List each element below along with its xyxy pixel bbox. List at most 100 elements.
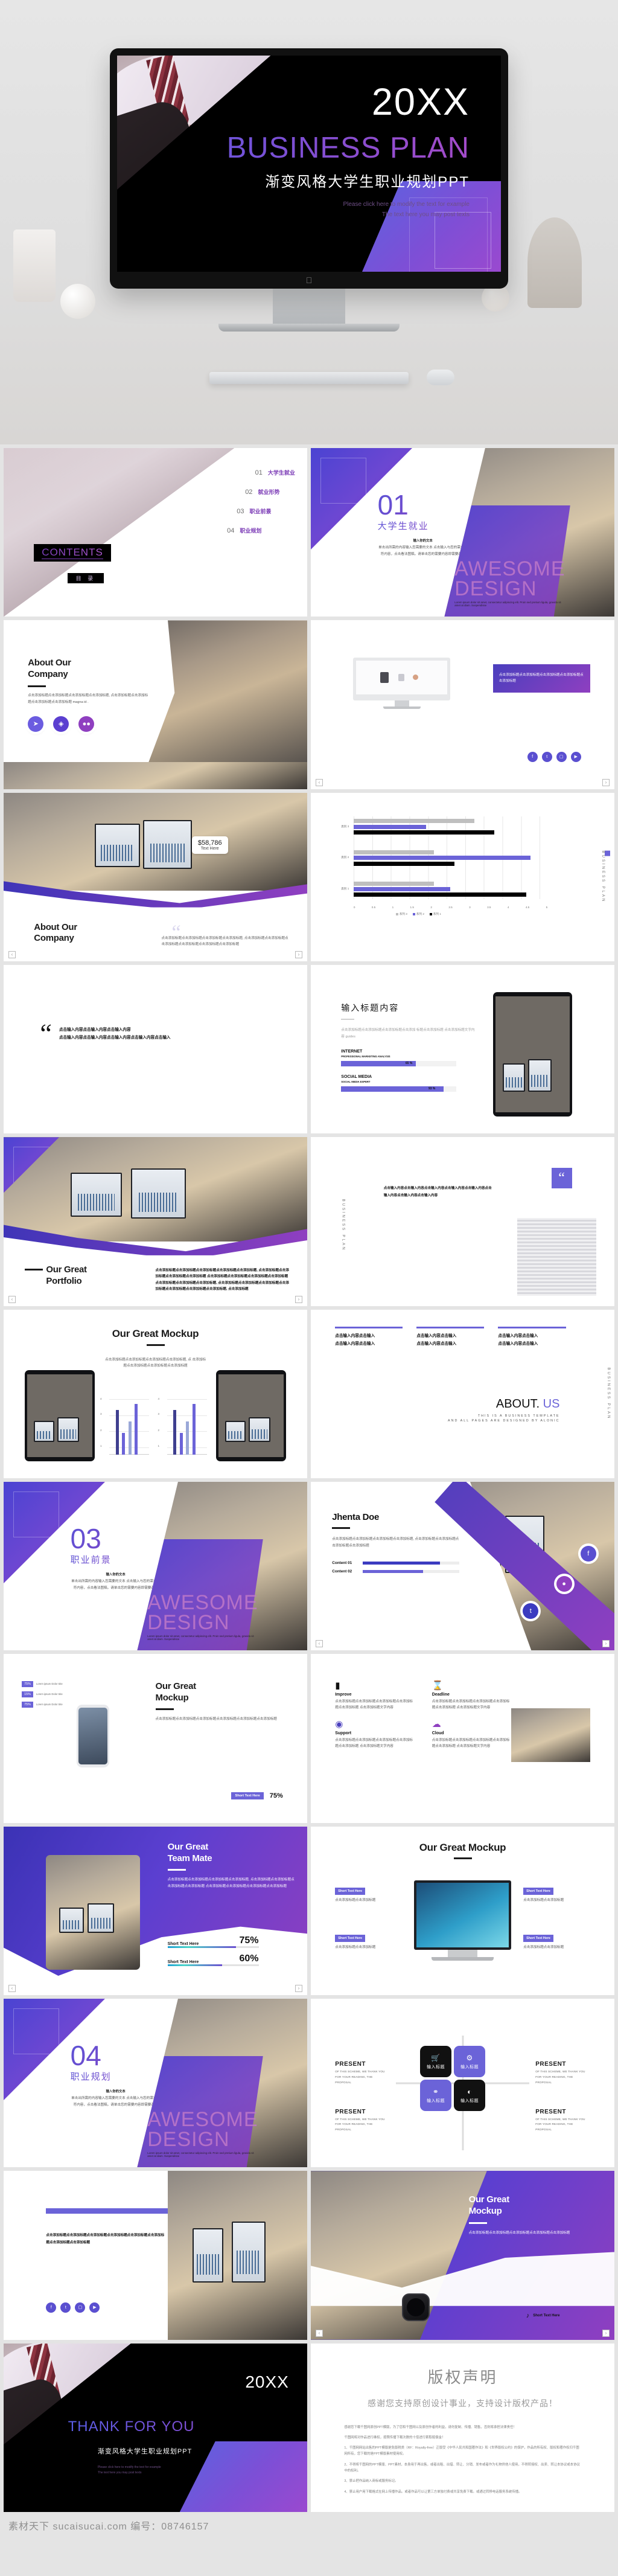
slide-nav[interactable]: ‹ › (4, 950, 307, 958)
feature-item-3[interactable]: ◉ Support 点击添加标题点击添加标题点击添加标题点击添加标题点击添加标题… (335, 1720, 414, 1750)
mockup-card-2[interactable]: Short Text Here 点击添加标题点击添加标题 (335, 1931, 402, 1950)
twitter-icon[interactable]: t (60, 2302, 71, 2313)
next-button[interactable]: › (295, 1984, 302, 1992)
prev-button[interactable]: ‹ (8, 1295, 16, 1303)
prev-button[interactable]: ‹ (316, 1640, 323, 1648)
next-button[interactable]: › (295, 1295, 302, 1303)
instagram-icon[interactable]: ▢ (556, 751, 567, 762)
slide-section-03[interactable]: 03 职业前景 输入你的文本 单击出所需的内容输入您需要的文本 点击输入与您的需… (4, 1481, 307, 1651)
facebook-icon[interactable]: f (527, 751, 538, 762)
next-button[interactable]: › (295, 950, 302, 958)
slide-device-mockup[interactable]: 点击添加标题点击添加标题点击添加标题点击添加标题点击添加标题 f t ▢ ▶ ‹… (311, 620, 614, 789)
copyright-p1: 感谢您下载千图网原创PPT模版，为了您和千图网以及原创作者的利益，请勿复制、传播… (344, 2425, 517, 2429)
slide-quote[interactable]: “ 点击输入内容点击输入内容点击输入内容 点击输入内容点击输入内容点击输入内容点… (4, 964, 307, 1134)
twitter-icon[interactable]: ● (556, 1576, 572, 1592)
facebook-icon[interactable]: f (46, 2302, 57, 2313)
contents-item-2[interactable]: 02 就业形势 (156, 488, 279, 496)
hero-section: 20XX BUSINESS PLAN 渐变风格大学生职业规划PPT Please… (0, 0, 618, 444)
next-button[interactable]: › (602, 2329, 610, 2337)
mockup-card-1[interactable]: Short Text Here 点击添加标题点击添加标题 (335, 1884, 402, 1903)
slide-section-01[interactable]: 01 大学生就业 输入你的文本 单击出所需的内容输入您需要的文本 点击输入与您的… (311, 448, 614, 617)
feature-item-2[interactable]: ⌛ Deadline 点击添加标题点击添加标题点击添加标题点击添加标题点击添加标… (432, 1681, 511, 1711)
portfolio-title-line1: Our Great (46, 1264, 87, 1275)
slide-present-grid[interactable]: 🛒 输入标题 ⚙ 输入标题 ⚭ 输入标题 ◐ 输入标题 PRESENT OF T… (311, 1998, 614, 2168)
prev-button[interactable]: ‹ (8, 950, 16, 958)
contents-item-3[interactable]: 03 职业前景 (156, 507, 271, 515)
slide-profile[interactable]: Jhenta Doe 点击添加标题点击添加标题点击添加标题点击添加标题, 点击添… (311, 1481, 614, 1651)
imac-screen: 20XX BUSINESS PLAN 渐变风格大学生职业规划PPT Please… (110, 48, 508, 289)
hero-note: Please click here to modify the text for… (117, 199, 470, 220)
team-title-line1: Our Great (167, 1841, 209, 1852)
instagram-icon[interactable]: ▢ (75, 2302, 86, 2313)
slide-nav[interactable]: ‹ › (311, 778, 614, 786)
section-03-subtitle: 输入你的文本 (106, 1573, 126, 1577)
slide-text-bar[interactable]: 点击添加标题点击添加标题点击添加标题点击添加标题点击添加标题点击添加标题点击添加… (4, 2171, 307, 2340)
mockup-card-3[interactable]: Short Text Here 点击添加标题点击添加标题 (523, 1884, 590, 1903)
mini-b-ytick-4: 4 (158, 1397, 160, 1400)
portfolio-quote-body: 点击输入内容点击输入内容点击输入内容点击输入内容点击输入内容点击输入内容点击输入… (383, 1186, 492, 1197)
next-button[interactable]: › (602, 1640, 610, 1648)
send-icon[interactable]: ➤ (28, 716, 44, 732)
slide-features[interactable]: ▮ Improve 点击添加标题点击添加标题点击添加标题点击添加标题点击添加标题… (311, 1654, 614, 1823)
card-3-body: 点击添加标题点击添加标题 (523, 1898, 564, 1902)
tumblr-icon[interactable]: t (523, 1603, 539, 1620)
slide-mockup-cards[interactable]: Our Great Mockup Short Text Here 点击添加标题点… (311, 1826, 614, 1995)
present-box-3[interactable]: ⚭ 输入标题 (420, 2080, 452, 2112)
slide-portfolio-quote[interactable]: BUSINESS PLAN 点击输入内容点击输入内容点击输入内容点击输入内容点击… (311, 1137, 614, 1306)
contents-item-1[interactable]: 01 大学生就业 (156, 469, 295, 476)
slide-nav[interactable]: ‹ › (311, 2329, 614, 2337)
slide-nav[interactable]: ‹ › (311, 1640, 614, 1648)
slide-watch-mockup[interactable]: Our Great Mockup 点击添加标题点击添加标题点击添加标题点击添加标… (311, 2171, 614, 2340)
slide-nav[interactable]: ‹ › (4, 1984, 307, 1992)
slide-portfolio[interactable]: Our Great Portfolio 点击添加标题点击添加标题点击添加标题点击… (4, 1137, 307, 1306)
next-button[interactable]: › (602, 778, 610, 786)
bar-c2-s1 (353, 861, 454, 866)
slide-copyright[interactable]: 版权声明 感谢您支持原创设计事业，支持设计版权产品！ 感谢您下载千图网原创PPT… (311, 2343, 614, 2512)
card-2-body: 点击添加标题点击添加标题 (335, 1945, 376, 1949)
prev-button[interactable]: ‹ (316, 2329, 323, 2337)
slide-team-mate[interactable]: Our Great Team Mate 点击添加标题点击添加标题点击添加标题点击… (4, 1826, 307, 1995)
contents-item-4[interactable]: 04 职业规划 (156, 527, 262, 534)
slide-about-us[interactable]: 点击输入内容点击输入 点击输入内容点击输入 点击输入内容点击输入 点击输入内容点… (311, 1309, 614, 1478)
bar-c2-s2 (353, 856, 531, 860)
youtube-icon[interactable]: ▶ (89, 2302, 100, 2313)
slide-contents[interactable]: CONTENTS 目 录 01 大学生就业 02 就业形势 03 职业前景 04 (4, 448, 307, 617)
card-1-body: 点击添加标题点击添加标题 (335, 1898, 376, 1902)
present-box-2[interactable]: ⚙ 输入标题 (454, 2046, 486, 2078)
col-3-body: 点击输入内容点击输入 点击输入内容点击输入 (498, 1333, 538, 1346)
present-cap-1-title: PRESENT (335, 2061, 366, 2068)
profile-bar-1-label: Content 01 (332, 1560, 352, 1565)
slide-thank-you[interactable]: 20XX THANK FOR YOU 渐变风格大学生职业规划PPT Please… (4, 2343, 307, 2512)
feature-item-1[interactable]: ▮ Improve 点击添加标题点击添加标题点击添加标题点击添加标题点击添加标题… (335, 1681, 414, 1711)
contents-item-4-label: 职业规划 (240, 527, 262, 534)
chat-icon[interactable]: ●● (78, 716, 95, 732)
prev-button[interactable]: ‹ (316, 778, 323, 786)
slide-bar-chart[interactable]: 类别 3 类别 2 类别 1 0 0.5 1 1.5 2 2.5 3 3.5 4… (311, 792, 614, 961)
skill-2-name: SOCIAL MEDIA (341, 1075, 372, 1080)
slide-about-company[interactable]: About Our Company 点击添加标题点击添加标题点击添加标题点击添加… (4, 620, 307, 789)
section-04-overlay-bottom: DESIGN (147, 2128, 230, 2151)
prev-button[interactable]: ‹ (8, 1984, 16, 1992)
facebook-icon[interactable]: f (580, 1546, 596, 1562)
phone-body: 点击添加标题点击添加标题点击添加标题点击添加标题点击添加标题点击添加标题 (155, 1717, 277, 1722)
network-icon: ⚭ (432, 2087, 439, 2096)
slide-nav[interactable]: ‹ › (4, 1295, 307, 1303)
twitter-icon[interactable]: t (541, 751, 552, 762)
slide-phone-mockup[interactable]: 75% Lorem ipsum Dolor Site 15% Lorem ips… (4, 1654, 307, 1823)
feature-item-4[interactable]: ☁ Cloud 点击添加标题点击添加标题点击添加标题点击添加标题点击添加标题 点… (432, 1720, 511, 1750)
mockup-card-4[interactable]: Short Text Here 点击添加标题点击添加标题 (523, 1931, 590, 1950)
present-box-4[interactable]: ◐ 输入标题 (454, 2080, 486, 2112)
slide-section-04[interactable]: 04 职业规划 输入你的文本 单击出所需的内容输入您需要的文本 点击输入与您的需… (4, 1998, 307, 2168)
feature-4-name: Cloud (432, 1731, 444, 1735)
xtick-5: 2.5 (448, 906, 453, 909)
present-box-1[interactable]: 🛒 输入标题 (420, 2046, 452, 2078)
tag-icon[interactable]: ◈ (53, 716, 69, 732)
slide-input-title[interactable]: 输入标题内容 点击添加标题点击添加标题点击添加标题点击添加 标题点击添加标题 点… (311, 964, 614, 1134)
youtube-icon[interactable]: ▶ (570, 751, 581, 762)
slide-about-company-2[interactable]: $58,786 Text Here About Our Company “ 点击… (4, 792, 307, 961)
slide-mockup-charts[interactable]: Our Great Mockup 点击添加标题点击添加标题点击添加标题点击添加标… (4, 1309, 307, 1478)
about2-title-line2: Company (34, 933, 74, 944)
feature-3-name: Support (335, 1731, 352, 1735)
phone-title-line2: Mockup (155, 1692, 189, 1703)
copyright-p5: 3、禁止把作品纳入商标或服务标记。 (344, 2479, 398, 2484)
